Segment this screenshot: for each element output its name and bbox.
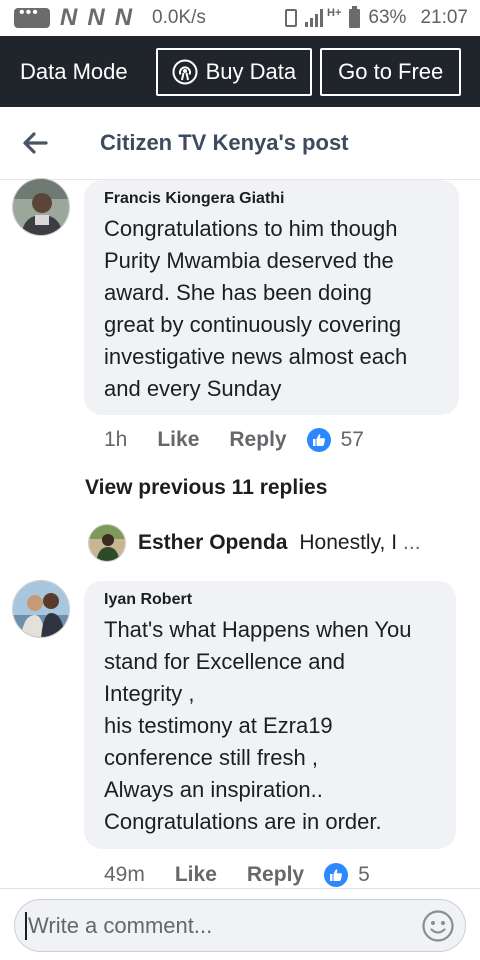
- reaction-count[interactable]: 5: [358, 863, 370, 887]
- emoji-icon[interactable]: [421, 909, 455, 943]
- post-header: Citizen TV Kenya's post: [0, 107, 480, 180]
- thumbs-up-icon[interactable]: [324, 863, 349, 887]
- avatar[interactable]: [88, 524, 126, 562]
- like-button[interactable]: Like: [175, 863, 217, 887]
- network-type: H+: [327, 7, 342, 19]
- status-bar: N N N 0.0K/s H+ 63% 21:07: [0, 0, 480, 36]
- comment-placeholder: Write a comment...: [28, 912, 213, 938]
- reply-button[interactable]: Reply: [229, 428, 286, 452]
- comment-bubble[interactable]: Iyan Robert That's what Happens when You…: [84, 581, 456, 849]
- text-caret: [25, 911, 27, 940]
- comment-time[interactable]: 1h: [104, 428, 127, 452]
- comment-actions: 1h Like Reply 57: [104, 428, 364, 452]
- reply-author[interactable]: Esther Openda: [138, 531, 287, 555]
- data-mode-label: Data Mode: [20, 58, 128, 84]
- reply-snippet: Honestly, I: [299, 531, 398, 554]
- comment-composer-bar: Write a comment...: [0, 888, 480, 960]
- thumbs-up-icon[interactable]: [306, 428, 331, 452]
- carrier-notification-icon: N: [60, 4, 78, 31]
- reply-button[interactable]: Reply: [247, 863, 304, 887]
- broadcast-icon: [172, 59, 198, 85]
- comment-bubble[interactable]: Francis Kiongera Giathi Congratulations …: [84, 180, 459, 415]
- view-previous-replies-link[interactable]: View previous 11 replies: [85, 476, 327, 500]
- buy-data-button[interactable]: Buy Data: [155, 47, 313, 96]
- comment-text: That's what Happens when You stand for E…: [104, 617, 412, 834]
- clock: 21:07: [420, 7, 468, 28]
- avatar[interactable]: [12, 580, 70, 638]
- comment-text: Congratulations to him though Purity Mwa…: [104, 216, 408, 401]
- comment-author[interactable]: Francis Kiongera Giathi: [104, 190, 439, 208]
- battery-icon: [349, 5, 361, 28]
- signal-icon: [305, 9, 324, 27]
- reaction-count[interactable]: 57: [341, 428, 364, 452]
- reply-ellipsis: ...: [403, 531, 421, 554]
- comment-input[interactable]: Write a comment...: [14, 899, 466, 952]
- reply-preview[interactable]: Esther Openda Honestly, I ...: [88, 524, 468, 562]
- avatar[interactable]: [12, 178, 70, 236]
- battery-percent: 63%: [368, 7, 407, 28]
- data-mode-bar: Data Mode Buy Data Go to Free: [0, 36, 480, 107]
- vibrate-icon: [285, 9, 298, 27]
- message-notification-icon: [14, 4, 50, 28]
- carrier-notification-icon: N: [87, 4, 105, 31]
- arrow-left-icon: [22, 132, 48, 154]
- comment-author[interactable]: Iyan Robert: [104, 591, 436, 609]
- comment-time[interactable]: 49m: [104, 863, 145, 887]
- back-button[interactable]: [0, 107, 70, 180]
- network-speed: 0.0K/s: [152, 7, 206, 28]
- like-button[interactable]: Like: [157, 428, 199, 452]
- buy-data-label: Buy Data: [205, 58, 297, 84]
- comment-actions: 49m Like Reply 5: [104, 863, 370, 887]
- carrier-notification-icon: N: [114, 4, 133, 31]
- go-to-free-button[interactable]: Go to Free: [320, 47, 462, 96]
- go-to-free-label: Go to Free: [338, 58, 444, 84]
- page-title: Citizen TV Kenya's post: [100, 130, 349, 155]
